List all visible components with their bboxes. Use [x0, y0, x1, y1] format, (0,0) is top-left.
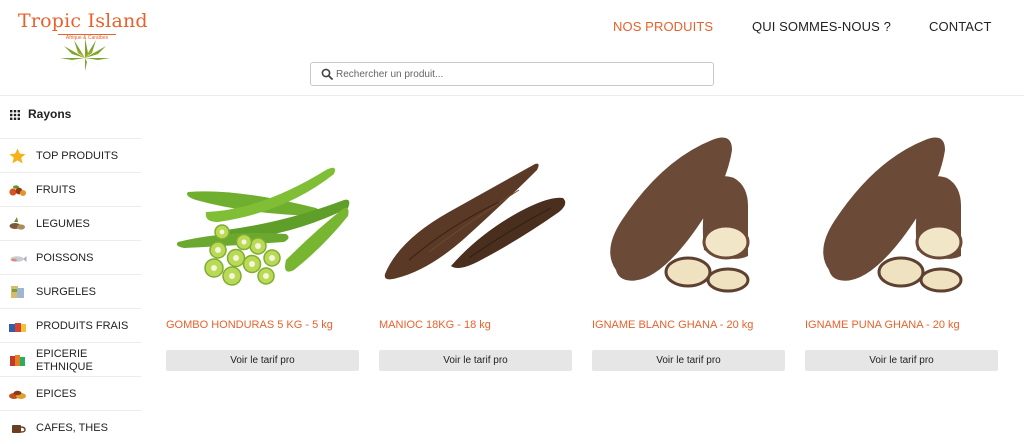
search-input[interactable]: [336, 66, 706, 82]
voir-tarif-pro-button[interactable]: Voir le tarif pro: [166, 350, 359, 371]
voir-tarif-pro-button[interactable]: Voir le tarif pro: [805, 350, 998, 371]
sidebar-item-cafes-thes[interactable]: CAFES, THES: [0, 410, 141, 444]
logo-title: Tropic Island: [18, 10, 148, 32]
search-icon[interactable]: [321, 68, 333, 80]
product-name[interactable]: IGNAME BLANC GHANA - 20 kg: [592, 319, 753, 331]
voir-tarif-pro-button[interactable]: Voir le tarif pro: [592, 350, 785, 371]
sidebar-item-label: EPICERIE ETHNIQUE: [36, 348, 93, 373]
yam-image[interactable]: [805, 130, 998, 300]
product-name[interactable]: MANIOC 18KG - 18 kg: [379, 319, 491, 331]
frozen-icon: [11, 286, 24, 298]
okra-image[interactable]: [166, 130, 359, 300]
site-header: Tropic Island Afrique & Caraïbes NOS PRO…: [0, 0, 1024, 95]
product-name[interactable]: GOMBO HONDURAS 5 KG - 5 kg: [166, 319, 333, 331]
palm-leaves-icon: [60, 38, 110, 71]
vegetables-icon: [9, 217, 25, 230]
nav-qui-sommes-nous[interactable]: QUI SOMMES-NOUS ?: [752, 19, 891, 34]
fresh-products-icon: [9, 323, 26, 332]
rayons-title: Rayons: [28, 107, 72, 121]
sidebar-item-label: CAFES, THES: [36, 422, 108, 434]
search-bar: [310, 62, 714, 86]
sidebar-item-label: EPICES: [36, 388, 77, 400]
sidebar-item-label: SURGELES: [36, 286, 96, 298]
sidebar-item-label: POISSONS: [36, 252, 94, 264]
cassava-image[interactable]: [379, 130, 572, 300]
sidebar-item-produits-frais[interactable]: PRODUITS FRAIS: [0, 308, 141, 342]
category-list: TOP PRODUITS FRUITS LEGUMES POISSONS SUR…: [0, 138, 141, 444]
product-card: GOMBO HONDURAS 5 KG - 5 kg Voir le tarif…: [166, 120, 359, 380]
logo[interactable]: Tropic Island Afrique & Caraïbes: [18, 10, 148, 71]
product-card: IGNAME PUNA GHANA - 20 kg Voir le tarif …: [805, 120, 998, 380]
nav-produits[interactable]: NOS PRODUITS: [613, 19, 713, 34]
sidebar-item-epices[interactable]: EPICES: [0, 376, 141, 410]
star-icon: [9, 148, 26, 164]
fish-icon: [10, 256, 27, 262]
sidebar-item-poissons[interactable]: POISSONS: [0, 240, 141, 274]
grid-icon: [10, 110, 20, 120]
sidebar: Rayons TOP PRODUITS FRUITS LEGUMES POISS…: [0, 96, 141, 434]
product-card: MANIOC 18KG - 18 kg Voir le tarif pro: [379, 120, 572, 380]
sidebar-item-top-produits[interactable]: TOP PRODUITS: [0, 138, 141, 172]
sidebar-item-surgeles[interactable]: SURGELES: [0, 274, 141, 308]
sidebar-item-fruits[interactable]: FRUITS: [0, 172, 141, 206]
yam-image[interactable]: [592, 130, 785, 300]
nav-contact[interactable]: CONTACT: [929, 19, 992, 34]
grocery-icon: [10, 355, 25, 366]
sidebar-item-label: FRUITS: [36, 184, 76, 196]
sidebar-item-label: PRODUITS FRAIS: [36, 320, 129, 332]
sidebar-item-epicerie-ethnique[interactable]: EPICERIE ETHNIQUE: [0, 342, 141, 376]
product-name[interactable]: IGNAME PUNA GHANA - 20 kg: [805, 319, 960, 331]
sidebar-item-label: TOP PRODUITS: [36, 150, 119, 162]
sidebar-item-legumes[interactable]: LEGUMES: [0, 206, 141, 240]
fruits-icon: [9, 185, 26, 196]
coffee-icon: [12, 425, 26, 433]
sidebar-item-label: LEGUMES: [36, 218, 90, 230]
header-divider: [0, 95, 1024, 96]
spices-icon: [9, 390, 26, 399]
product-card: IGNAME BLANC GHANA - 20 kg Voir le tarif…: [592, 120, 785, 380]
voir-tarif-pro-button[interactable]: Voir le tarif pro: [379, 350, 572, 371]
